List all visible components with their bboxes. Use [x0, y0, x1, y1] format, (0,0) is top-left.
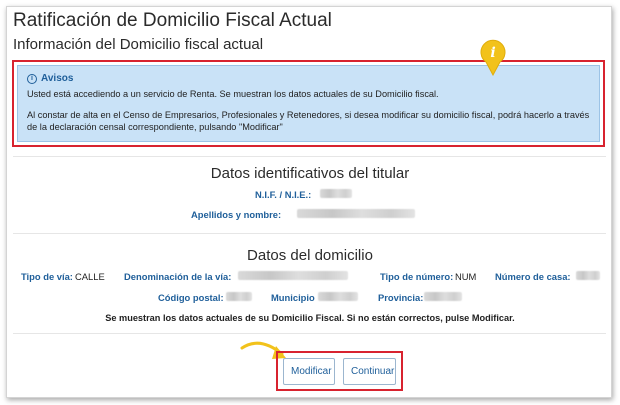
separator — [13, 333, 606, 334]
buttons-highlight-frame: Modificar Continuar — [276, 351, 403, 391]
municipio-value-redacted — [318, 292, 358, 301]
nombre-value-redacted — [297, 209, 415, 218]
nif-value-redacted — [320, 189, 352, 198]
municipio-label: Municipio — [271, 292, 315, 303]
page-title: Ratificación de Domicilio Fiscal Actual — [13, 10, 332, 31]
avisos-panel: i Avisos Usted está accediendo a un serv… — [17, 65, 600, 142]
tipo-numero-label: Tipo de número: — [380, 271, 454, 282]
denominacion-value-redacted — [238, 271, 348, 280]
avisos-header: i Avisos — [27, 73, 73, 84]
modificar-button[interactable]: Modificar — [283, 358, 335, 385]
numero-casa-label: Número de casa: — [495, 271, 571, 282]
tipo-numero-value: NUM — [455, 271, 477, 282]
svg-text:i: i — [490, 45, 495, 61]
nombre-label: Apellidos y nombre: — [191, 209, 282, 220]
titular-section-title: Datos identificativos del titular — [210, 165, 410, 182]
info-icon: i — [27, 73, 37, 84]
codigo-postal-value-redacted — [226, 292, 252, 301]
avisos-line-2: Al constar de alta en el Censo de Empres… — [27, 110, 590, 132]
denominacion-label: Denominación de la vía: — [124, 271, 232, 282]
codigo-postal-label: Código postal: — [158, 292, 224, 303]
separator — [13, 233, 606, 234]
numero-casa-value-redacted — [576, 271, 600, 280]
tipo-via-label: Tipo de vía: — [21, 271, 73, 282]
tipo-via-value: CALLE — [75, 271, 105, 282]
avisos-highlight-frame: i Avisos Usted está accediendo a un serv… — [12, 60, 605, 147]
separator — [13, 156, 606, 157]
provincia-value-redacted — [424, 292, 462, 301]
domicilio-section-title: Datos del domicilio — [247, 247, 373, 264]
notice-text: Se muestran los datos actuales de su Dom… — [105, 313, 515, 323]
page-subtitle: Información del Domicilio fiscal actual — [13, 36, 264, 53]
continuar-button[interactable]: Continuar — [343, 358, 396, 385]
avisos-line-1: Usted está accediendo a un servicio de R… — [27, 89, 439, 99]
info-pin-icon: i — [480, 39, 506, 76]
nif-label: N.I.F. / N.I.E.: — [255, 189, 312, 200]
avisos-title: Avisos — [41, 73, 74, 84]
provincia-label: Provincia: — [378, 292, 424, 303]
